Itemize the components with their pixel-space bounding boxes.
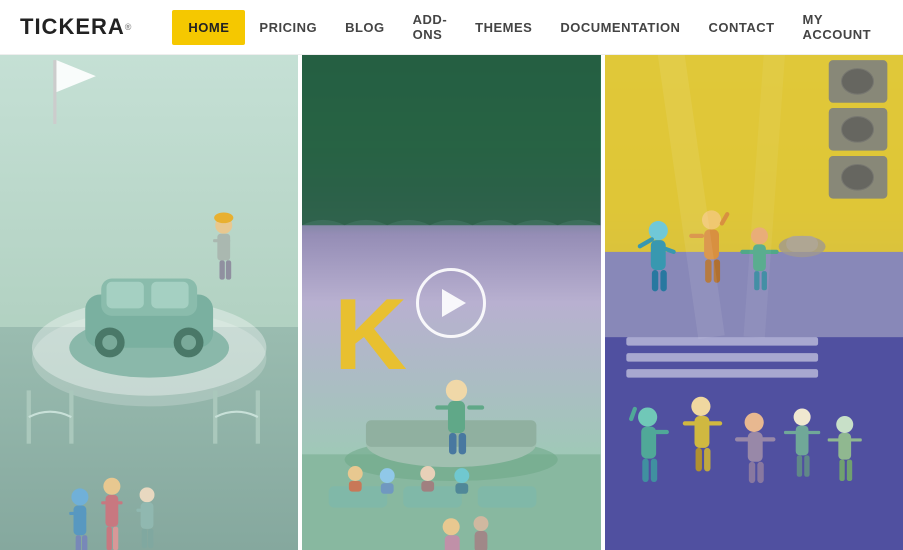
- hero-panel-left: [0, 55, 298, 550]
- nav-item-pricing[interactable]: PRICING: [245, 12, 331, 43]
- nav-item-home[interactable]: HOME: [172, 10, 245, 45]
- nav-link-themes[interactable]: THEMES: [461, 12, 546, 43]
- nav-link-pricing[interactable]: PRICING: [245, 12, 331, 43]
- nav-link-addons[interactable]: ADD-ONS: [399, 4, 462, 50]
- nav-link-contact[interactable]: CONTACT: [694, 12, 788, 43]
- nav-link-documentation[interactable]: DOCUMENTATION: [546, 12, 694, 43]
- logo-text: TICKERA: [20, 14, 125, 40]
- right-panel-scene: [605, 55, 903, 550]
- left-panel-scene: [0, 55, 298, 550]
- nav-item-documentation[interactable]: DOCUMENTATION: [546, 12, 694, 43]
- nav-link-blog[interactable]: BLOG: [331, 12, 399, 43]
- nav-link-home[interactable]: HOME: [172, 10, 245, 45]
- nav-item-blog[interactable]: BLOG: [331, 12, 399, 43]
- nav-item-myaccount[interactable]: MY ACCOUNT: [789, 4, 885, 50]
- nav-link-myaccount[interactable]: MY ACCOUNT: [789, 4, 885, 50]
- logo[interactable]: TICKERA®: [20, 14, 132, 40]
- nav-item-themes[interactable]: THEMES: [461, 12, 546, 43]
- svg-text:K: K: [334, 278, 407, 391]
- nav-item-contact[interactable]: CONTACT: [694, 12, 788, 43]
- navbar: TICKERA® HOME PRICING BLOG ADD-ONS THEME…: [0, 0, 903, 55]
- hero-section: K: [0, 55, 903, 550]
- nav-item-addons[interactable]: ADD-ONS: [399, 4, 462, 50]
- nav-menu: HOME PRICING BLOG ADD-ONS THEMES DOCUMEN…: [172, 4, 885, 50]
- hero-panel-middle[interactable]: K: [298, 55, 604, 550]
- logo-trademark: ®: [125, 22, 133, 32]
- play-button[interactable]: [416, 268, 486, 338]
- hero-panel-right: [605, 55, 903, 550]
